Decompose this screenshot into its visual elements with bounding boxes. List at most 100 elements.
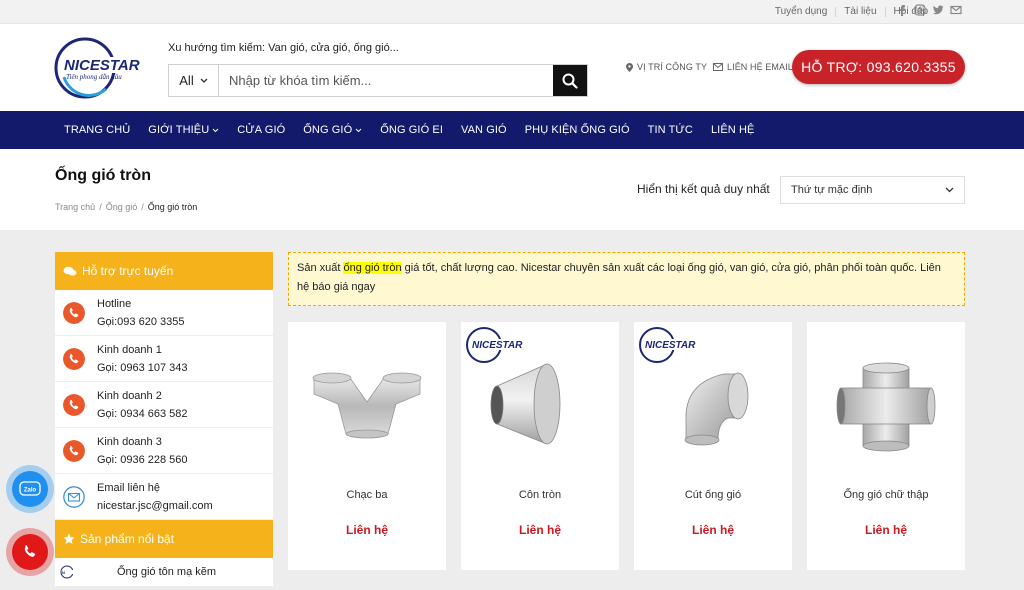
svg-text:NICESTAR: NICESTAR (472, 340, 523, 351)
nicestar-logo[interactable]: NICESTAR Tiên phong dẫn đầu (54, 37, 146, 99)
breadcrumb-home[interactable]: Trang chủ (55, 202, 95, 212)
phone-icon (63, 393, 85, 416)
star-icon (63, 533, 75, 544)
company-location-label: VỊ TRÍ CÔNG TY (637, 62, 708, 72)
product-card[interactable]: Chạc ba Liên hệ (288, 322, 446, 570)
breadcrumb-ducts[interactable]: Ống gió (106, 202, 138, 212)
chevron-down-icon (200, 78, 208, 83)
breadcrumb-separator: / (99, 202, 102, 212)
contact-sales-1[interactable]: Kinh doanh 1 Gọi: 0963 107 343 (55, 336, 273, 382)
featured-products-title: Sản phẩm nổi bật (80, 532, 175, 546)
product-card[interactable]: NICESTAR Cút ống gió Liên hệ (634, 322, 792, 570)
top-link-documents[interactable]: Tài liệu (836, 7, 886, 17)
nicestar-watermark-logo: NICESTAR (639, 327, 698, 363)
hotline-button[interactable]: HỖ TRỢ: 093.620.3355 (792, 50, 965, 84)
zalo-chat-button[interactable]: Zalo (6, 465, 54, 513)
contact-detail: Gọi: 0936 228 560 (97, 453, 188, 466)
page-title: Ống gió tròn (55, 167, 151, 184)
nav-label: LIÊN HỆ (710, 124, 755, 136)
sort-select[interactable]: Thứ tự mặc định (780, 176, 965, 204)
search-hint: Xu hướng tìm kiếm: Van gió, cửa gió, ống… (168, 42, 399, 54)
handset-icon (24, 545, 36, 557)
nav-label: ỐNG GIÓ (303, 124, 353, 136)
contact-email-link[interactable]: LIÊN HỆ EMAIL (713, 62, 793, 72)
nav-label: CỬA GIÓ (237, 124, 286, 136)
svg-text:NICESTAR: NICESTAR (645, 340, 696, 351)
product-image-wye[interactable] (288, 322, 446, 482)
phone-icon (63, 347, 85, 370)
nav-label: TIN TỨC (647, 124, 693, 136)
support-contact-list: Hotline Gọi:093 620 3355 Kinh doanh 1 Gọi:… (55, 290, 273, 520)
chat-bubbles-icon (63, 266, 77, 276)
nicestar-watermark-logo: NICESTAR (466, 327, 525, 363)
logo-tagline: Tiên phong dẫn đầu (66, 73, 122, 81)
nav-label: GIỚI THIỆU (148, 124, 210, 136)
call-button[interactable] (6, 528, 54, 576)
support-widget-header: Hỗ trợ trực tuyến (55, 252, 273, 290)
description-highlight: ống gió tròn (343, 262, 402, 274)
sidebar: Hỗ trợ trực tuyến Hotline Gọi:093 620 335… (55, 252, 273, 586)
top-bar: Tuyển dụng Tài liệu Hỏi đáp (0, 0, 1024, 24)
search-category-select[interactable]: All (169, 65, 219, 96)
nav-item-accessories[interactable]: PHỤ KIỆN ỐNG GIÓ (516, 124, 639, 136)
product-card[interactable]: NICESTAR Côn tròn Liên hệ (461, 322, 619, 570)
nav-item-ei-ducts[interactable]: ỐNG GIÓ EI (371, 124, 452, 136)
chevron-down-icon (355, 128, 362, 132)
nav-item-news[interactable]: TIN TỨC (639, 124, 702, 136)
nav-item-contact[interactable]: LIÊN HỆ (702, 124, 764, 136)
category-description: Sản xuất ống gió tròn giá tốt, chất lượn… (288, 252, 965, 306)
product-name[interactable]: Cút ống gió (634, 489, 792, 501)
nav-label: PHỤ KIỆN ỐNG GIÓ (524, 124, 630, 136)
logo-wordmark: NICESTAR (64, 57, 140, 74)
zalo-label: Zalo (24, 488, 37, 494)
nav-item-ducts[interactable]: ỐNG GIÓ (294, 124, 371, 136)
facebook-icon[interactable] (896, 4, 908, 16)
nav-label: VAN GIÓ (460, 124, 507, 136)
phone-icon (63, 301, 85, 324)
instagram-icon[interactable] (914, 4, 926, 16)
email-icon[interactable] (950, 4, 962, 16)
nav-label: TRANG CHỦ (64, 124, 131, 136)
contact-sales-2[interactable]: Kinh doanh 2 Gọi: 0934 663 582 (55, 382, 273, 428)
contact-name: Kinh doanh 1 (97, 343, 162, 356)
product-name[interactable]: Chạc ba (288, 489, 446, 501)
featured-product-name: Ống gió tôn mạ kẽm (117, 566, 217, 578)
product-price[interactable]: Liên hệ (634, 523, 792, 537)
contact-sales-3[interactable]: Kinh doanh 3 Gọi: 0936 228 560 (55, 428, 273, 474)
sort-value: Thứ tự mặc định (791, 184, 873, 196)
contact-detail: Gọi:093 620 3355 (97, 315, 185, 328)
page-title-bar: Ống gió tròn Trang chủ / Ống gió / Ống g… (0, 149, 1024, 230)
search-icon (562, 73, 578, 89)
product-price[interactable]: Liên hệ (807, 523, 965, 537)
nav-label: ỐNG GIÓ EI (380, 124, 443, 136)
contact-name: Kinh doanh 2 (97, 389, 162, 402)
company-location-link[interactable]: VỊ TRÍ CÔNG TY (626, 62, 707, 72)
breadcrumb-separator: / (141, 202, 144, 212)
zalo-bubble-icon: Zalo (19, 481, 41, 496)
search-category-value: All (179, 73, 194, 88)
nav-item-about[interactable]: GIỚI THIỆU (139, 124, 228, 136)
phone-icon (12, 534, 48, 570)
product-price[interactable]: Liên hệ (288, 523, 446, 537)
product-name[interactable]: Côn tròn (461, 489, 619, 501)
nav-item-grilles[interactable]: CỬA GIÓ (228, 124, 294, 136)
contact-hotline[interactable]: Hotline Gọi:093 620 3355 (55, 290, 273, 336)
twitter-icon[interactable] (932, 4, 944, 16)
breadcrumb: Trang chủ / Ống gió / Ống gió tròn (55, 202, 197, 212)
featured-product-item[interactable]: N Ống gió tôn mạ kẽm (55, 558, 273, 586)
top-link-careers[interactable]: Tuyển dụng (767, 7, 837, 17)
search-button[interactable] (553, 65, 587, 96)
chevron-down-icon (945, 187, 954, 193)
contact-name: Kinh doanh 3 (97, 435, 162, 448)
chevron-down-icon (212, 128, 219, 132)
nav-item-dampers[interactable]: VAN GIÓ (452, 124, 516, 136)
search-input[interactable] (219, 65, 553, 96)
nav-item-home[interactable]: TRANG CHỦ (55, 124, 139, 136)
product-image-cross[interactable] (807, 322, 965, 482)
product-card[interactable]: Ống gió chữ thập Liên hệ (807, 322, 965, 570)
contact-email-label: LIÊN HỆ EMAIL (727, 62, 793, 72)
product-price[interactable]: Liên hệ (461, 523, 619, 537)
contact-email[interactable]: Email liên hệ nicestar.jsc@gmail.com (55, 474, 273, 520)
contact-name: Email liên hệ (97, 481, 160, 494)
product-name[interactable]: Ống gió chữ thập (807, 489, 965, 501)
